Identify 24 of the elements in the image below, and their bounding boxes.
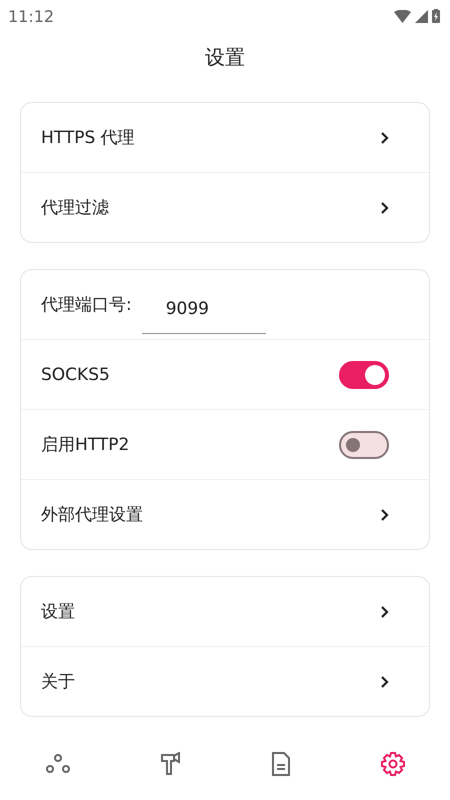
chevron-icon (380, 130, 389, 144)
settings-item[interactable]: 代理过滤 (21, 172, 429, 242)
page-title: 设置 (204, 44, 246, 71)
wifi-icon (394, 10, 411, 22)
settings-item[interactable]: 外部代理设置 (21, 479, 429, 549)
settings-icon (380, 751, 406, 777)
chevron-icon (380, 508, 389, 522)
settings-item[interactable]: 设置 (21, 577, 429, 646)
chevron-icon (380, 674, 389, 688)
settings-item[interactable]: 关于 (21, 646, 429, 716)
battery-icon (432, 9, 440, 23)
toggle-switch[interactable] (339, 430, 389, 458)
circles-icon (44, 752, 70, 776)
setting-label: SOCKS5 (41, 364, 110, 384)
chevron-icon (380, 604, 389, 618)
chevron-icon (380, 200, 389, 214)
document-icon (270, 752, 290, 776)
status-time: 11:12 (8, 6, 54, 26)
settings-item[interactable]: HTTPS 代理 (21, 103, 429, 172)
toggle-switch[interactable] (339, 360, 389, 388)
hammer-icon (160, 752, 182, 776)
setting-label: 启用HTTP2 (41, 434, 130, 456)
setting-label: 代理端口号: (41, 294, 132, 316)
signal-icon (415, 10, 428, 22)
